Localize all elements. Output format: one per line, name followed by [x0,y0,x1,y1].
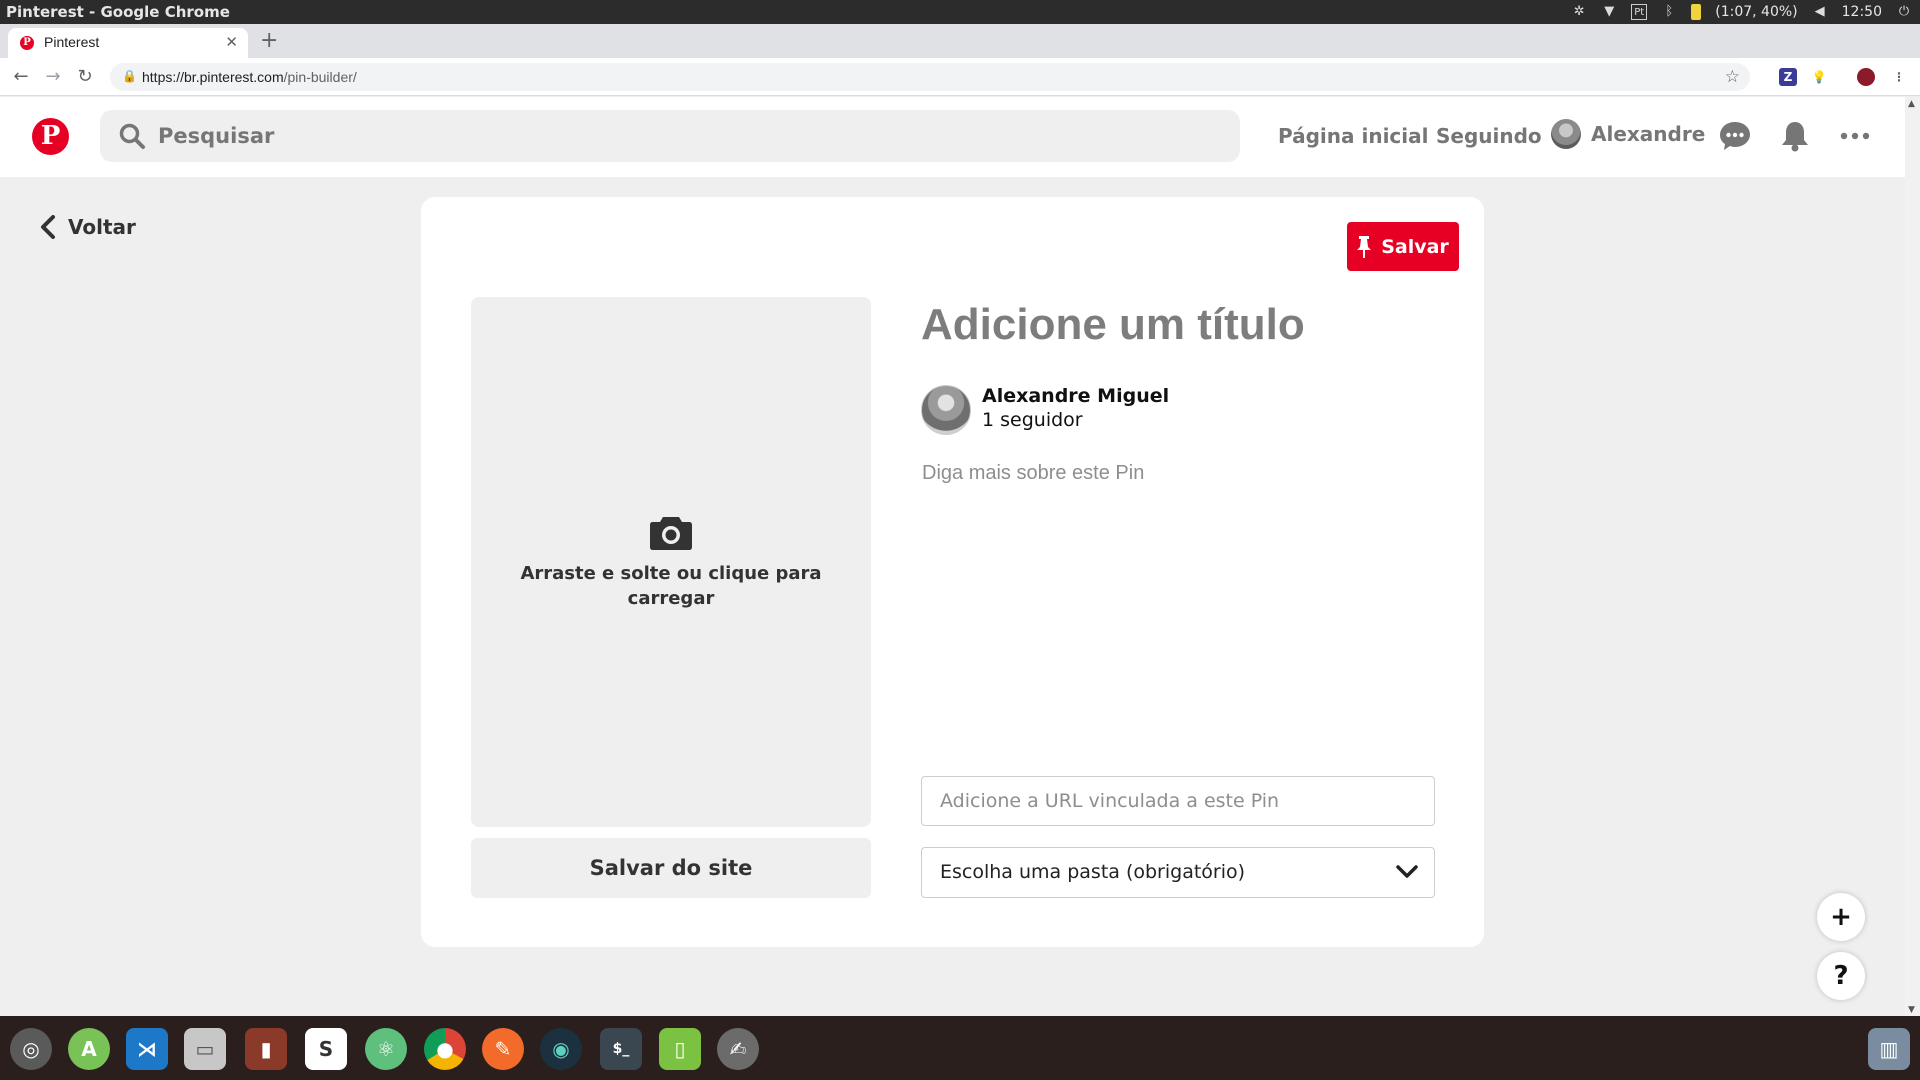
lightbulb-extension-icon[interactable]: 💡 [1810,68,1828,86]
board-select-label: Escolha uma pasta (obrigatório) [940,861,1246,883]
chrome-menu-icon[interactable]: ⋮ [1890,68,1908,86]
ubuntu-dash-icon[interactable]: ◎ [10,1028,52,1070]
pinterest-logo-icon[interactable]: P [32,118,69,155]
chevron-left-icon [41,215,55,239]
android-studio-icon[interactable]: A [68,1028,110,1070]
window-title: Pinterest - Google Chrome [6,3,230,21]
dropzone-text: Arraste e solte ou clique para carregar [520,563,822,609]
lock-icon[interactable]: 🔒 [122,69,137,83]
vscode-icon[interactable]: ⋊ [126,1028,168,1070]
power-icon[interactable]: ⏻ [1896,4,1912,20]
author-followers: 1 seguidor [982,409,1083,431]
profile-avatar-icon[interactable] [1857,68,1875,86]
new-tab-icon[interactable]: + [260,28,278,53]
search-icon [119,123,145,149]
bookmark-star-icon[interactable]: ☆ [1725,67,1740,87]
user-name: Alexandre [1591,122,1706,146]
forward-arrow-icon[interactable]: → [42,66,64,87]
pin-description-input[interactable] [922,462,1442,662]
save-pin-label: Salvar [1381,235,1449,258]
files-icon[interactable]: ▭ [184,1028,226,1070]
postman-icon[interactable]: ✎ [482,1028,524,1070]
notifications-bell-icon[interactable] [1778,119,1812,153]
wifi-icon[interactable]: ▼ [1601,4,1617,20]
destination-url-input[interactable] [921,776,1435,826]
avatar [1551,119,1581,149]
browser-toolbar: ← → ↻ 🔒 https://br.pinterest.com/pin-bui… [0,58,1920,96]
scroll-up-icon[interactable]: ▲ [1908,99,1915,109]
tablet-app-icon[interactable]: ▯ [659,1028,701,1070]
author-avatar [921,385,971,435]
clock[interactable]: 12:50 [1842,4,1882,20]
os-top-bar: Pinterest - Google Chrome ✲ ▼ Pt ᛒ (1:07… [0,0,1920,24]
chevron-down-icon [1396,865,1418,878]
save-pin-button[interactable]: Salvar [1347,222,1459,271]
board-select-dropdown[interactable]: Escolha uma pasta (obrigatório) [921,847,1435,898]
page-scrollbar[interactable]: ▲ ▼ [1905,97,1920,1017]
settings-icon[interactable]: ✲ [1571,4,1587,20]
browser-tab-bar: P Pinterest ✕ + [0,24,1920,58]
atom-icon[interactable]: ⚛ [365,1028,407,1070]
search-input[interactable] [158,110,1218,162]
address-bar[interactable]: 🔒 https://br.pinterest.com/pin-builder/ … [110,63,1750,91]
search-bar[interactable] [100,110,1240,162]
back-arrow-icon[interactable]: ← [10,66,32,87]
url-path: /pin-builder/ [283,69,357,85]
reload-icon[interactable]: ↻ [74,66,96,87]
pinterest-header: P Página inicial Seguindo Alexandre [0,97,1905,177]
volume-icon[interactable]: ◀ [1812,4,1828,20]
close-tab-icon[interactable]: ✕ [225,33,238,51]
image-upload-dropzone[interactable]: Arraste e solte ou clique para carregar [471,297,871,827]
url-host: https://br.pinterest.com [142,69,284,85]
tab-title: Pinterest [44,34,100,50]
terminal-icon[interactable]: $_ [600,1028,642,1070]
battery-icon[interactable] [1691,4,1702,20]
gimp-icon[interactable]: ✍ [717,1028,759,1070]
gitkraken-icon[interactable]: ◉ [540,1028,582,1070]
url-text[interactable]: https://br.pinterest.com/pin-builder/ [142,69,357,85]
keyboard-layout-icon[interactable]: Pt [1631,4,1648,20]
help-button[interactable]: ? [1817,952,1865,1000]
pin-icon [1357,235,1372,258]
slack-icon[interactable]: S [305,1028,347,1070]
pin-builder-card: Salvar Arraste e solte ou clique para ca… [421,197,1484,947]
author-name: Alexandre Miguel [982,385,1170,407]
camera-icon [650,517,692,550]
trash-icon[interactable]: ▥ [1868,1028,1910,1070]
back-label: Voltar [68,215,136,239]
messages-icon[interactable] [1718,119,1752,153]
add-button[interactable]: + [1817,893,1865,941]
browser-tab[interactable]: P Pinterest ✕ [8,28,248,58]
nav-following[interactable]: Seguindo [1436,124,1542,148]
nav-home[interactable]: Página inicial [1278,124,1429,148]
back-link[interactable]: Voltar [40,215,136,239]
zotero-extension-icon[interactable]: Z [1779,68,1797,86]
chrome-icon[interactable]: ● [424,1028,466,1070]
more-options-icon[interactable] [1838,119,1872,153]
user-profile-link[interactable]: Alexandre [1551,119,1705,149]
taskbar-dock: ◎ A ⋊ ▭ ▮ S ⚛ ● ✎ ◉ $_ ▯ ✍ ▥ [0,1016,1920,1080]
book-reader-icon[interactable]: ▮ [245,1028,287,1070]
bluetooth-icon[interactable]: ᛒ [1661,4,1677,20]
pinterest-favicon-icon: P [20,36,34,50]
scroll-down-icon[interactable]: ▼ [1908,1005,1915,1015]
save-from-site-button[interactable]: Salvar do site [471,838,871,898]
system-tray: ✲ ▼ Pt ᛒ (1:07, 40%) ◀ 12:50 ⏻ [1571,0,1912,24]
battery-status: (1:07, 40%) [1715,4,1798,20]
pin-title-input[interactable] [921,295,1441,355]
